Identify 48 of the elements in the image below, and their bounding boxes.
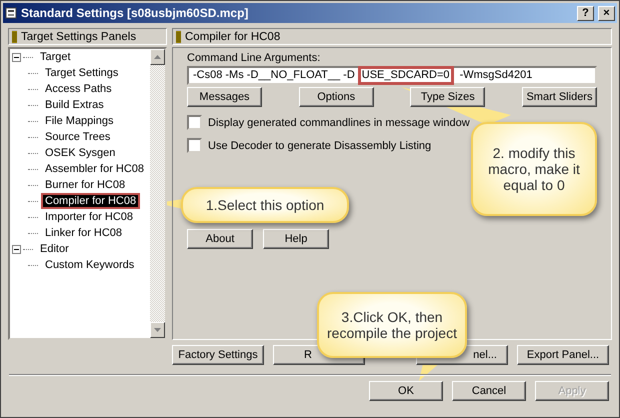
window-title: Standard Settings [s08usbjm60SD.mcp] (21, 6, 250, 20)
collapse-icon[interactable] (12, 244, 21, 254)
scroll-up-button[interactable] (150, 49, 165, 65)
panel-button[interactable]: Export Panel... (517, 345, 609, 365)
grip-icon (176, 30, 181, 42)
checkbox-label: Use Decoder to generate Disassembly Listing (208, 140, 432, 152)
tree-item[interactable]: OSEK Sysgen (41, 145, 120, 161)
tree-item[interactable]: Access Paths (41, 81, 116, 97)
tree-item[interactable]: Editor (36, 241, 73, 257)
tree-item[interactable]: Source Trees (41, 129, 114, 145)
checkbox[interactable] (187, 115, 202, 130)
dialog-button[interactable]: OK (369, 381, 443, 401)
scrollbar[interactable] (150, 49, 165, 338)
tree-item[interactable]: Target (36, 49, 75, 65)
grip-icon (12, 30, 17, 42)
tree-item[interactable]: Compiler for HC08 (41, 193, 140, 209)
panel-header: Compiler for HC08 (172, 28, 612, 45)
checkbox[interactable] (187, 138, 202, 153)
callout-tooltip: 1.Select this option (181, 187, 349, 223)
option-button[interactable]: Smart Sliders (522, 87, 597, 107)
option-button[interactable]: Messages (187, 87, 262, 107)
scroll-down-button[interactable] (150, 322, 165, 338)
tree-item[interactable]: Custom Keywords (41, 257, 138, 273)
app-icon (5, 7, 17, 19)
tree-item[interactable]: Burner for HC08 (41, 177, 130, 193)
option-button[interactable]: Type Sizes (410, 87, 486, 107)
field-label: Command Line Arguments: (187, 52, 322, 64)
up-arrow-icon (154, 55, 162, 59)
tree-item[interactable]: Build Extras (41, 97, 108, 113)
dialog-button[interactable]: Cancel (452, 381, 526, 401)
option-button[interactable]: Options (298, 87, 374, 107)
info-button[interactable]: About (187, 229, 253, 249)
command-line-field[interactable]: -Cs08 -Ms -D__NO_FLOAT__ -D USE_SDCARD=0 -WmsgSd4201 (187, 66, 597, 85)
tree-item[interactable]: File Mappings (41, 113, 118, 129)
tree-item[interactable]: Linker for HC08 (41, 225, 126, 241)
help-button[interactable]: ? (577, 6, 594, 20)
info-button[interactable]: Help (263, 229, 329, 249)
checkbox-label: Display generated commandlines in message window (208, 116, 470, 128)
collapse-icon[interactable] (12, 52, 21, 62)
tree-item[interactable]: Importer for HC08 (41, 209, 138, 225)
panel-header: Target Settings Panels (8, 28, 167, 45)
callout-tooltip: 3.Click OK, then recompile the project (317, 292, 467, 358)
tree-item[interactable]: Target Settings (41, 65, 122, 81)
panel-button[interactable]: Factory Settings (172, 345, 264, 365)
down-arrow-icon (154, 328, 162, 332)
callout-tooltip: 2. modify this macro, make it equal to 0 (471, 122, 597, 216)
tree-item[interactable]: Assembler for HC08 (41, 161, 148, 177)
close-button[interactable]: × (598, 6, 615, 20)
